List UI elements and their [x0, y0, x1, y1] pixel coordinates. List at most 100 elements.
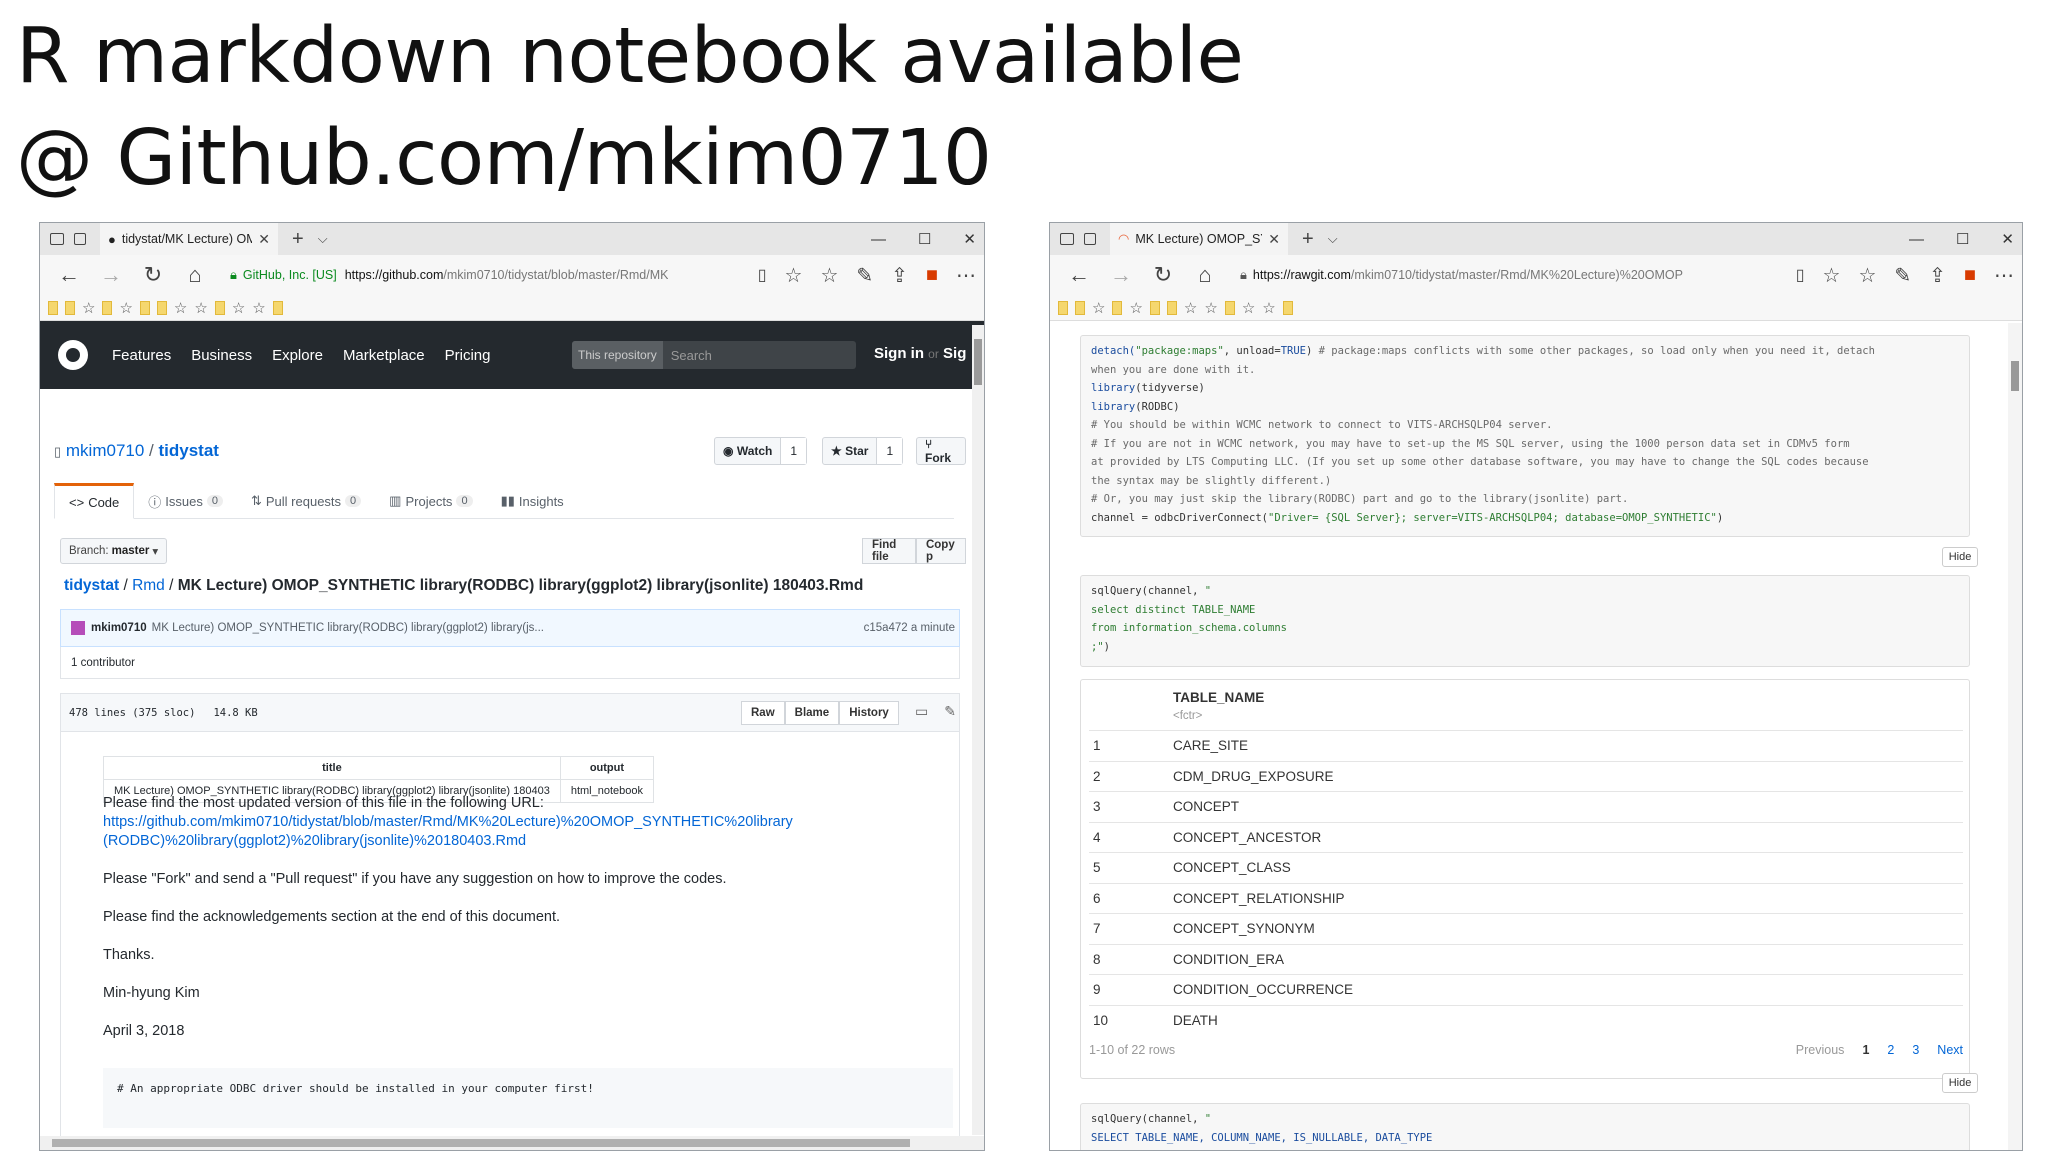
star-icon[interactable]: ☆ — [1262, 299, 1275, 317]
next-button[interactable]: Next — [1937, 1043, 1963, 1057]
forward-icon[interactable]: → — [1108, 262, 1134, 288]
folder-icon[interactable] — [156, 300, 167, 315]
maximize-icon[interactable]: ☐ — [1956, 230, 1969, 248]
history-button[interactable]: History — [839, 701, 899, 725]
horizontal-scrollbar[interactable] — [40, 1136, 984, 1150]
star-icon[interactable]: ☆ — [1204, 299, 1217, 317]
watch-count[interactable]: 1 — [780, 438, 807, 464]
star-icon[interactable]: ☆ — [82, 299, 95, 317]
commit-author[interactable]: mkim0710 — [91, 622, 147, 634]
github-logo-icon[interactable] — [58, 340, 88, 370]
page-2[interactable]: 2 — [1887, 1043, 1894, 1057]
reading-view-icon[interactable]: ▯ — [1796, 265, 1805, 285]
new-tab-icon[interactable]: + — [1302, 228, 1314, 251]
commit-sha[interactable]: c15a472 a minute — [864, 622, 955, 634]
blame-button[interactable]: Blame — [784, 701, 840, 725]
star-icon[interactable]: ☆ — [1242, 299, 1255, 317]
star-icon[interactable]: ☆ — [232, 299, 245, 317]
tab-manager-icon[interactable] — [50, 233, 64, 245]
address-bar[interactable]: 🔒︎ https://rawgit.com /mkim0710/tidystat… — [1240, 261, 1683, 289]
sign-up-link[interactable]: Sig — [943, 345, 966, 362]
close-tab-icon[interactable]: ✕ — [1268, 231, 1280, 248]
new-tab-icon[interactable]: + — [292, 228, 304, 251]
close-tab-icon[interactable]: ✕ — [258, 231, 270, 248]
minimize-icon[interactable]: — — [871, 231, 886, 248]
repo-url-link[interactable]: https://github.com/mkim0710/tidystat/blo… — [103, 814, 793, 830]
set-aside-tabs-icon[interactable] — [1084, 233, 1096, 245]
browser-tab[interactable]: ◠ MK Lecture) OMOP_SYN ✕ — [1110, 223, 1288, 255]
star-icon[interactable]: ☆ — [119, 299, 132, 317]
star-count[interactable]: 1 — [876, 438, 903, 464]
tab-pull-requests[interactable]: ⇅ Pull requests 0 — [237, 483, 375, 519]
breadcrumb-folder[interactable]: Rmd — [132, 577, 165, 594]
search-input[interactable]: Search — [671, 348, 712, 363]
folder-icon[interactable] — [48, 300, 58, 315]
column-header[interactable]: TABLE_NAME — [1173, 690, 1264, 705]
set-aside-tabs-icon[interactable] — [74, 233, 86, 245]
commit-message[interactable]: MK Lecture) OMOP_SYNTHETIC library(RODBC… — [152, 622, 544, 634]
back-icon[interactable]: ← — [1066, 262, 1092, 288]
github-search[interactable]: This repository Search — [572, 341, 856, 369]
scroll-thumb[interactable] — [2011, 361, 2019, 391]
repo-name-link[interactable]: tidystat — [159, 441, 219, 460]
folder-icon[interactable] — [1075, 300, 1085, 315]
favorites-hub-icon[interactable]: ☆ — [1858, 263, 1876, 288]
tab-manager-icon[interactable] — [1060, 233, 1074, 245]
page-3[interactable]: 3 — [1912, 1043, 1919, 1057]
pen-icon[interactable]: ✎ — [1894, 263, 1911, 288]
star-icon[interactable]: ☆ — [194, 299, 207, 317]
home-icon[interactable]: ⌂ — [182, 262, 208, 288]
nav-pricing[interactable]: Pricing — [445, 347, 491, 364]
avatar[interactable] — [71, 621, 85, 635]
watch-button[interactable]: ◉ Watch 1 — [714, 437, 808, 465]
branch-selector[interactable]: Branch: master ▾ — [60, 538, 168, 564]
repo-owner-link[interactable]: mkim0710 — [66, 441, 144, 460]
folder-icon[interactable] — [1282, 300, 1293, 315]
nav-business[interactable]: Business — [191, 347, 252, 364]
office-extension-icon[interactable]: ■ — [926, 264, 938, 287]
close-window-icon[interactable]: ✕ — [963, 230, 976, 248]
share-icon[interactable]: ⇪ — [891, 263, 908, 288]
forward-icon[interactable]: → — [98, 262, 124, 288]
refresh-icon[interactable]: ↻ — [1150, 262, 1176, 288]
favorite-star-icon[interactable]: ☆ — [785, 263, 803, 288]
fork-button[interactable]: ⑂ Fork — [916, 437, 966, 465]
refresh-icon[interactable]: ↻ — [140, 262, 166, 288]
raw-button[interactable]: Raw — [741, 701, 785, 725]
pen-icon[interactable]: ✎ — [856, 263, 873, 288]
folder-icon[interactable] — [139, 300, 150, 315]
folder-icon[interactable] — [272, 300, 283, 315]
folder-icon[interactable] — [1224, 300, 1235, 315]
home-icon[interactable]: ⌂ — [1192, 262, 1218, 288]
nav-explore[interactable]: Explore — [272, 347, 323, 364]
scroll-thumb[interactable] — [974, 339, 982, 385]
vertical-scrollbar[interactable] — [2008, 323, 2022, 1150]
chevron-down-icon[interactable]: ⌵ — [318, 231, 328, 247]
vertical-scrollbar[interactable] — [972, 325, 984, 1135]
back-icon[interactable]: ← — [56, 262, 82, 288]
more-icon[interactable]: ⋯ — [1994, 263, 2014, 288]
minimize-icon[interactable]: — — [1909, 231, 1924, 248]
scroll-thumb[interactable] — [52, 1139, 910, 1147]
browser-tab[interactable]: ● tidystat/MK Lecture) OM ✕ — [100, 223, 278, 255]
office-extension-icon[interactable]: ■ — [1964, 264, 1976, 287]
star-icon[interactable]: ☆ — [1129, 299, 1142, 317]
page-1[interactable]: 1 — [1862, 1043, 1869, 1057]
pencil-icon[interactable]: ✎ — [944, 703, 956, 720]
star-button[interactable]: ★ Star 1 — [822, 437, 904, 465]
tab-issues[interactable]: ⓘ Issues 0 — [134, 483, 237, 519]
repo-url-link-cont[interactable]: (RODBC)%20library(ggplot2)%20library(jso… — [103, 833, 526, 849]
reading-view-icon[interactable]: ▯ — [758, 265, 767, 285]
hide-code-button[interactable]: Hide — [1942, 547, 1978, 567]
more-icon[interactable]: ⋯ — [956, 263, 976, 288]
copy-path-button[interactable]: Copy p — [915, 538, 966, 564]
close-window-icon[interactable]: ✕ — [2001, 230, 2014, 248]
desktop-icon[interactable]: ▭ — [915, 703, 928, 720]
star-icon[interactable]: ☆ — [252, 299, 265, 317]
share-icon[interactable]: ⇪ — [1929, 263, 1946, 288]
star-icon[interactable]: ☆ — [1184, 299, 1197, 317]
tab-projects[interactable]: ▥ Projects 0 — [375, 483, 486, 519]
star-icon[interactable]: ☆ — [1092, 299, 1105, 317]
previous-button[interactable]: Previous — [1796, 1043, 1845, 1057]
favorites-hub-icon[interactable]: ☆ — [820, 263, 838, 288]
